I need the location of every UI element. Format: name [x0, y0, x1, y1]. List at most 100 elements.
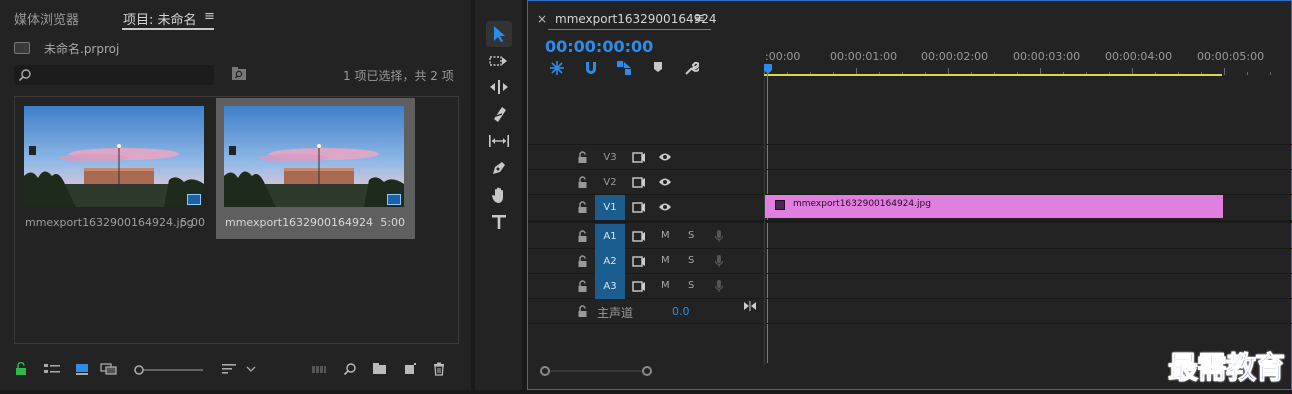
track-label[interactable]: V2 — [595, 170, 625, 195]
toggle-sync-lock-icon[interactable] — [632, 177, 646, 188]
lock-icon[interactable] — [578, 230, 587, 243]
toggle-sync-lock-icon[interactable] — [632, 256, 646, 267]
slip-tool[interactable] — [486, 128, 512, 154]
track-header-a1[interactable]: A1 M S — [528, 224, 764, 249]
eye-icon[interactable] — [658, 152, 672, 162]
track-header-v3[interactable]: V3 — [528, 145, 764, 170]
automate-to-sequence-icon[interactable] — [311, 362, 327, 376]
microphone-icon[interactable] — [714, 229, 724, 243]
playhead-timecode[interactable]: 00:00:00:00 — [545, 37, 653, 56]
timeline-clip-v1[interactable]: mmexport1632900164924.jpg — [765, 195, 1223, 218]
insert-nest-icon[interactable] — [549, 60, 565, 76]
master-volume-value[interactable]: 0.0 — [672, 305, 690, 318]
track-header-master[interactable]: 主声道 0.0 — [528, 299, 764, 324]
list-view-icon[interactable] — [43, 362, 61, 376]
scrollbar-end-handle[interactable] — [642, 366, 652, 376]
arrow-cursor-icon — [494, 26, 505, 42]
new-item-icon[interactable] — [403, 362, 417, 376]
scrollbar-start-handle[interactable] — [540, 366, 550, 376]
lock-icon[interactable] — [578, 176, 587, 189]
toggle-sync-lock-icon[interactable] — [632, 281, 646, 292]
mute-button[interactable]: M — [661, 255, 670, 266]
header-content-divider — [764, 77, 765, 365]
sequence-tab-title[interactable]: mmexport1632900164924 — [555, 12, 717, 26]
eye-icon[interactable] — [658, 177, 672, 187]
microphone-icon[interactable] — [714, 254, 724, 268]
mute-button[interactable]: M — [661, 280, 670, 291]
solo-button[interactable]: S — [688, 230, 694, 241]
lock-icon[interactable] — [578, 201, 587, 214]
track-header-a3[interactable]: A3 M S — [528, 274, 764, 299]
time-ruler[interactable]: :00:00 00:00:01:00 00:00:02:00 00:00:03:… — [764, 45, 1292, 77]
hand-icon — [492, 187, 503, 203]
solo-button[interactable]: S — [688, 255, 694, 266]
linked-selection-icon[interactable] — [616, 60, 632, 76]
panel-menu-icon[interactable]: ≡ — [694, 11, 705, 26]
search-icon — [18, 69, 31, 82]
type-tool[interactable] — [486, 209, 512, 235]
zoom-slider[interactable] — [133, 364, 205, 376]
project-file-name: 未命名.prproj — [44, 42, 120, 56]
track-label-targeted[interactable]: A1 — [595, 224, 625, 249]
lock-icon[interactable] — [578, 280, 587, 293]
master-track-label: 主声道 — [597, 306, 634, 320]
go-to-end-icon[interactable] — [743, 301, 757, 311]
track-label[interactable]: V3 — [595, 145, 625, 170]
toggle-sync-lock-icon[interactable] — [632, 231, 646, 242]
track-select-tool[interactable] — [486, 48, 512, 74]
razor-icon — [494, 107, 506, 122]
scrollbar-track — [540, 370, 650, 372]
close-icon[interactable]: × — [537, 12, 547, 26]
wrench-settings-icon[interactable] — [683, 60, 699, 76]
razor-tool[interactable] — [486, 101, 512, 127]
hand-tool[interactable] — [486, 182, 512, 208]
lock-icon[interactable] — [578, 151, 587, 164]
track-label-targeted[interactable]: A3 — [595, 274, 625, 299]
track-label-targeted[interactable]: A2 — [595, 249, 625, 274]
tab-media-browser[interactable]: 媒体浏览器 — [14, 9, 79, 28]
eye-icon[interactable] — [658, 202, 672, 212]
ruler-label: 00:00:01:00 — [830, 50, 898, 63]
microphone-icon[interactable] — [714, 279, 724, 293]
panel-menu-icon[interactable]: ≡ — [204, 9, 215, 24]
lock-icon[interactable] — [578, 305, 587, 318]
icon-view-icon[interactable] — [75, 362, 89, 376]
tab-project[interactable]: 项目: 未命名 — [123, 9, 197, 28]
freeform-view-icon[interactable] — [100, 362, 122, 376]
track-header-v2[interactable]: V2 — [528, 170, 764, 195]
clip-thumbnail-card[interactable]: mmexport1632900164924.jpg 5:00 — [16, 98, 215, 239]
timeline-zoom-scrollbar[interactable] — [540, 366, 652, 376]
track-header-a2[interactable]: A2 M S — [528, 249, 764, 274]
solo-button[interactable]: S — [688, 280, 694, 291]
pen-tool[interactable] — [486, 155, 512, 181]
trash-icon[interactable] — [433, 362, 445, 376]
new-search-bin-icon[interactable] — [231, 67, 247, 81]
find-icon[interactable] — [343, 362, 357, 376]
clip-name: mmexport1632900164924 — [225, 216, 374, 229]
new-bin-icon[interactable] — [372, 362, 387, 375]
clip-duration: 5:00 — [180, 216, 205, 229]
track-header-v1[interactable]: V1 — [528, 195, 764, 220]
chevron-down-icon[interactable] — [246, 365, 256, 373]
tools-panel — [475, 0, 522, 390]
lock-open-icon[interactable] — [15, 362, 27, 376]
work-area-bar[interactable] — [764, 74, 1222, 76]
track-select-forward-icon — [489, 56, 507, 66]
watermark-logo: 最需教育 — [1168, 351, 1286, 387]
mute-button[interactable]: M — [661, 230, 670, 241]
lock-icon[interactable] — [578, 255, 587, 268]
snap-magnet-icon[interactable] — [583, 60, 599, 76]
ruler-label: 00:00:05:00 — [1197, 50, 1265, 63]
add-marker-icon[interactable] — [652, 60, 664, 74]
selection-tool[interactable] — [486, 21, 512, 47]
clip-thumbnail-card-selected[interactable]: mmexport1632900164924 5:00 — [216, 98, 415, 239]
clip-name: mmexport1632900164924.jpg — [25, 216, 194, 229]
toggle-sync-lock-icon[interactable] — [632, 152, 646, 163]
search-input[interactable] — [14, 65, 214, 85]
pen-icon — [493, 162, 505, 174]
track-label-targeted[interactable]: V1 — [595, 195, 625, 220]
ripple-edit-tool[interactable] — [486, 74, 512, 100]
sort-icons-icon[interactable] — [221, 362, 237, 376]
ripple-edit-icon — [490, 80, 508, 94]
toggle-sync-lock-icon[interactable] — [632, 202, 646, 213]
